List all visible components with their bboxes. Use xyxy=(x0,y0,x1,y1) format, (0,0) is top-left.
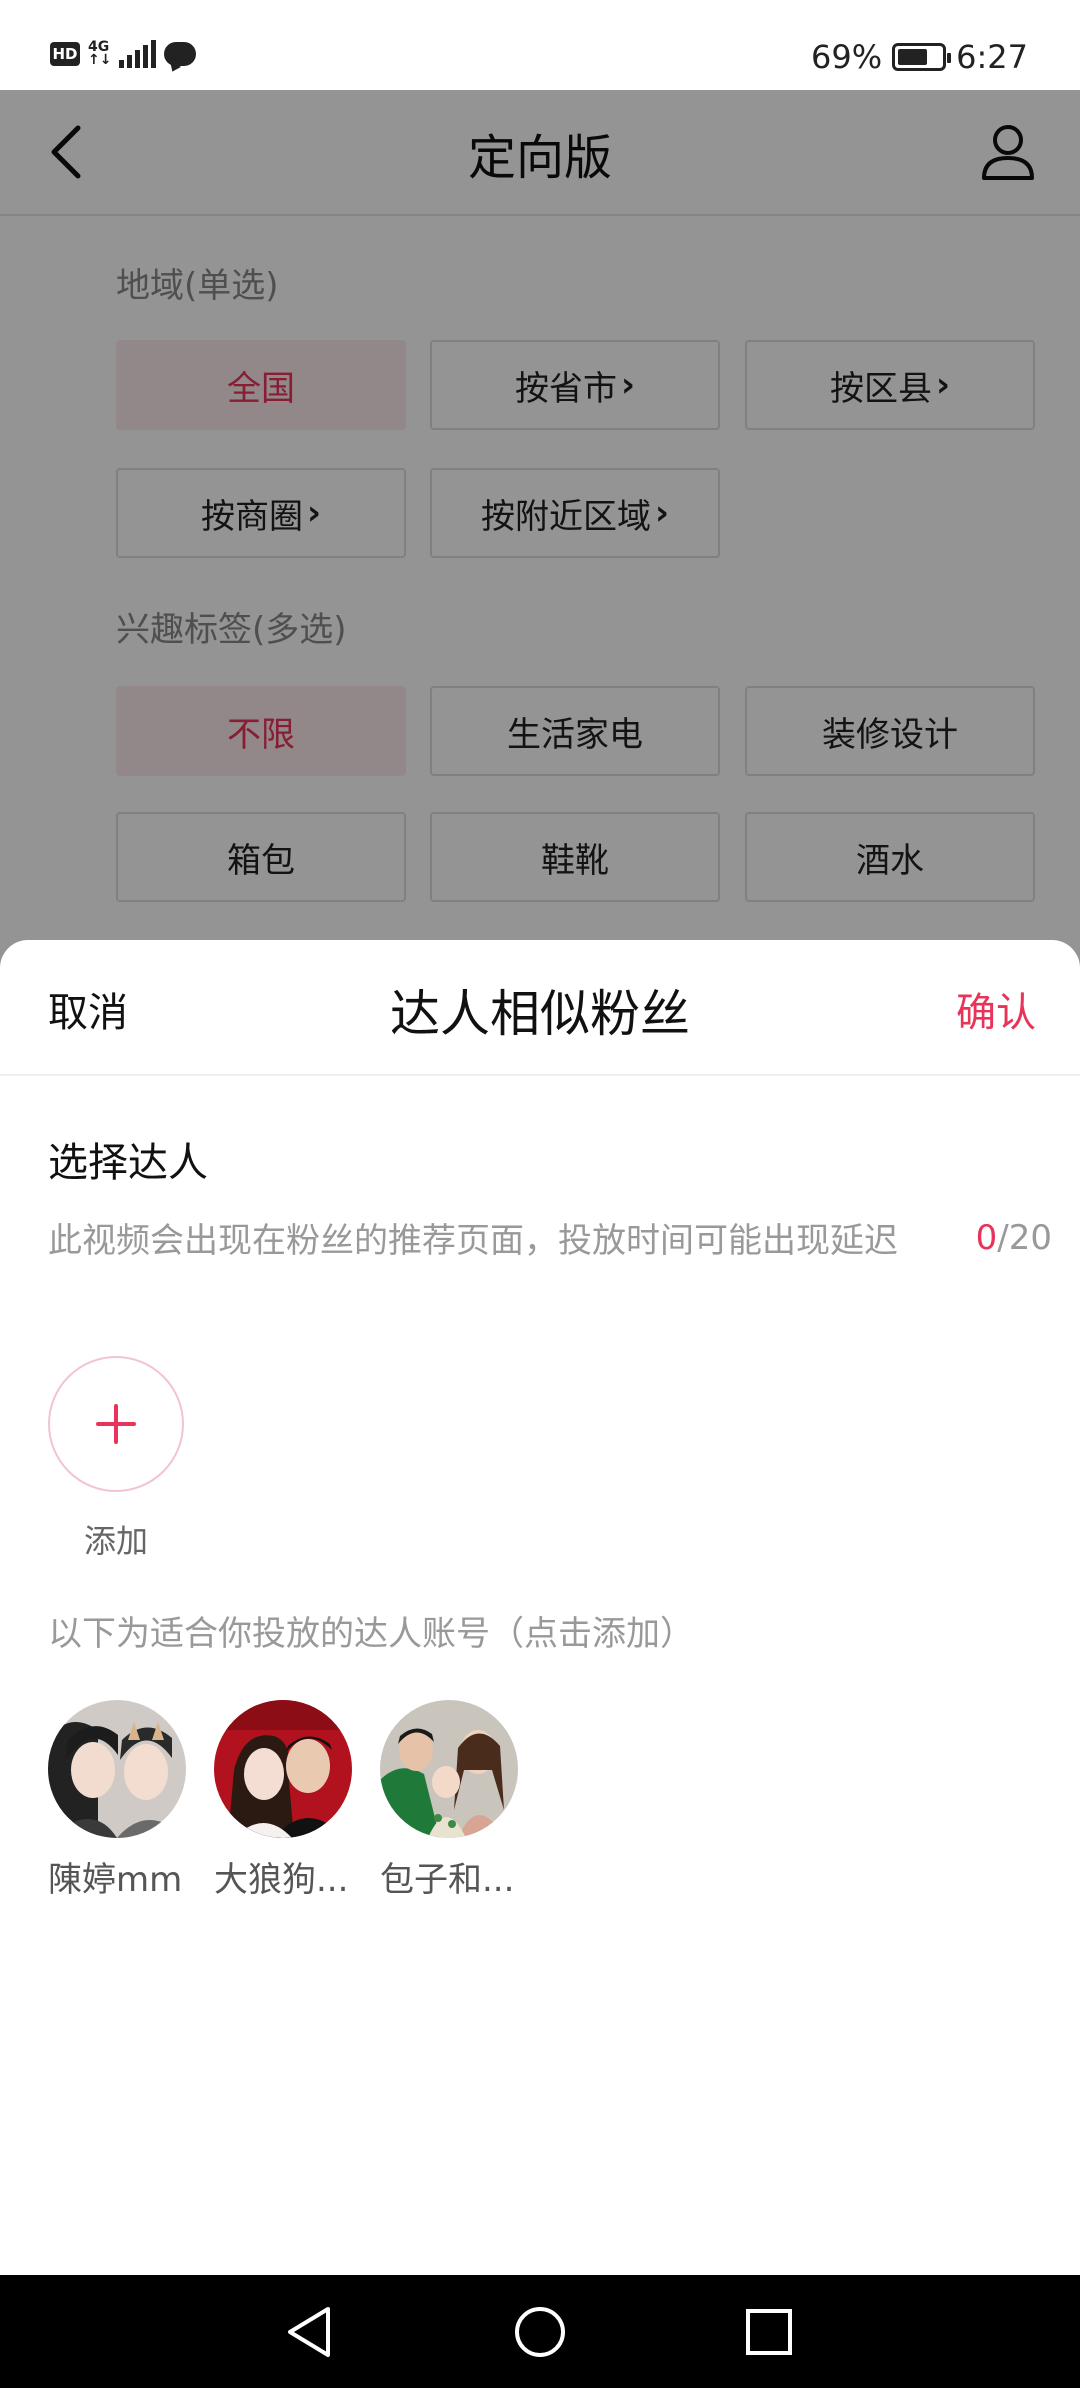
avatar xyxy=(214,1700,352,1838)
battery-icon xyxy=(892,43,952,71)
selection-count-total: /20 xyxy=(997,1218,1052,1258)
creator-avatar-photo xyxy=(48,1700,186,1838)
sheet-header: 取消 达人相似粉丝 确认 xyxy=(0,940,1080,1076)
recommended-creators-label: 以下为适合你投放的达人账号（点击添加） xyxy=(48,1614,694,1654)
battery-percent: 69% xyxy=(811,38,883,76)
select-creator-description: 此视频会出现在粉丝的推荐页面，投放时间可能出现延迟 xyxy=(48,1221,898,1261)
add-creator-label: 添加 xyxy=(83,1522,148,1560)
hd-badge: HD xyxy=(50,42,80,66)
creator-name: 包子和... xyxy=(380,1860,515,1900)
similar-fans-sheet: 取消 达人相似粉丝 确认 选择达人 此视频会出现在粉丝的推荐页面，投放时间可能出… xyxy=(0,940,1080,2275)
creator-item[interactable]: 包子和... xyxy=(380,1700,550,1901)
add-creator-button[interactable] xyxy=(48,1356,184,1492)
selection-counter: 0/20 xyxy=(976,1218,1052,1258)
signal-icon xyxy=(119,40,157,68)
status-right: 69% 6:27 xyxy=(811,38,1028,76)
creator-item[interactable]: 大狼狗... xyxy=(214,1700,384,1901)
square-recent-icon xyxy=(746,2309,792,2355)
status-left: HD 4G ↑↓ xyxy=(50,40,197,68)
system-back-button[interactable] xyxy=(278,2301,340,2363)
sheet-title: 达人相似粉丝 xyxy=(390,985,690,1043)
plus-icon xyxy=(96,1404,136,1444)
network-arrows: ↑↓ xyxy=(88,52,112,68)
status-bar: HD 4G ↑↓ 69% 6:27 xyxy=(0,0,1080,90)
avatar xyxy=(380,1700,518,1838)
creator-item[interactable]: 陳婷mm xyxy=(48,1700,218,1901)
creator-name: 陳婷mm xyxy=(48,1860,183,1900)
triangle-back-icon xyxy=(288,2307,330,2357)
system-home-button[interactable] xyxy=(509,2301,571,2363)
message-notification-icon xyxy=(164,42,197,66)
circle-home-icon xyxy=(515,2307,565,2357)
selection-count-current: 0 xyxy=(975,1218,998,1258)
system-navigation-bar xyxy=(0,2275,1080,2388)
network-type: 4G ↑↓ xyxy=(88,40,112,68)
confirm-button[interactable]: 确认 xyxy=(956,980,1036,1038)
select-creator-label: 选择达人 xyxy=(48,1140,208,1186)
avatar xyxy=(48,1700,186,1838)
system-recent-apps-button[interactable] xyxy=(738,2301,800,2363)
clock: 6:27 xyxy=(956,38,1028,76)
creator-name: 大狼狗... xyxy=(214,1860,349,1900)
cancel-button[interactable]: 取消 xyxy=(48,980,128,1038)
creator-avatar-photo xyxy=(214,1700,352,1838)
creator-avatar-photo xyxy=(380,1700,518,1838)
